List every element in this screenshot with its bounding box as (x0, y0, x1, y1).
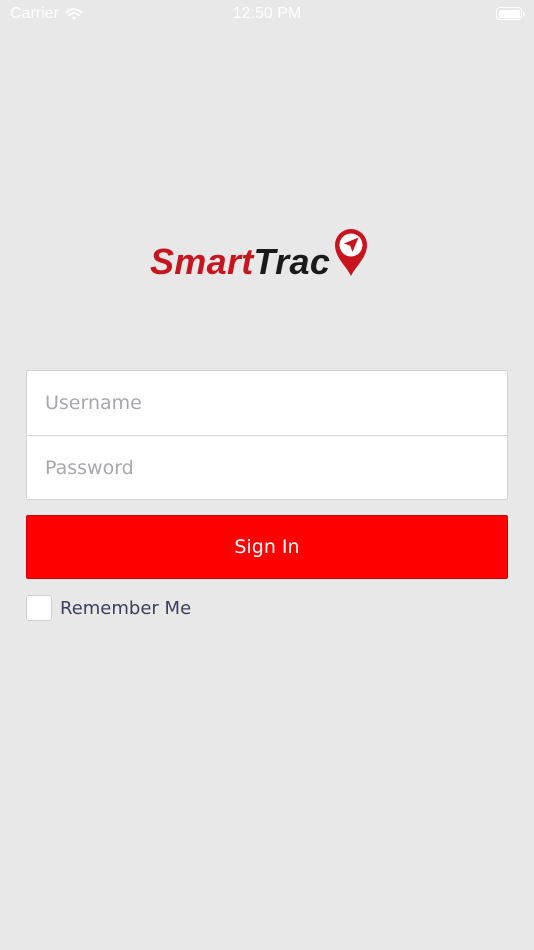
battery-icon (496, 7, 525, 20)
login-form (26, 370, 508, 500)
remember-me-toggle[interactable]: Remember Me (26, 594, 191, 622)
remember-me-label: Remember Me (60, 597, 192, 619)
logo-wordmark: SmartTrac (150, 244, 330, 280)
status-time: 12:50 PM (232, 5, 302, 22)
logo-smart-text: Smart (150, 241, 254, 282)
remember-me-checkbox[interactable] (26, 595, 52, 621)
sign-in-button[interactable]: Sign In (26, 515, 508, 579)
password-input[interactable] (27, 436, 507, 500)
sign-in-label: Sign In (234, 536, 300, 558)
username-input[interactable] (27, 371, 507, 435)
login-screen: Carrier 12:50 PM SmartTrac Sign In (0, 0, 534, 950)
status-bar: Carrier 12:50 PM (0, 0, 534, 28)
app-logo: SmartTrac (150, 220, 370, 280)
location-pin-icon (335, 229, 368, 276)
logo-trac-text: Trac (253, 241, 331, 282)
